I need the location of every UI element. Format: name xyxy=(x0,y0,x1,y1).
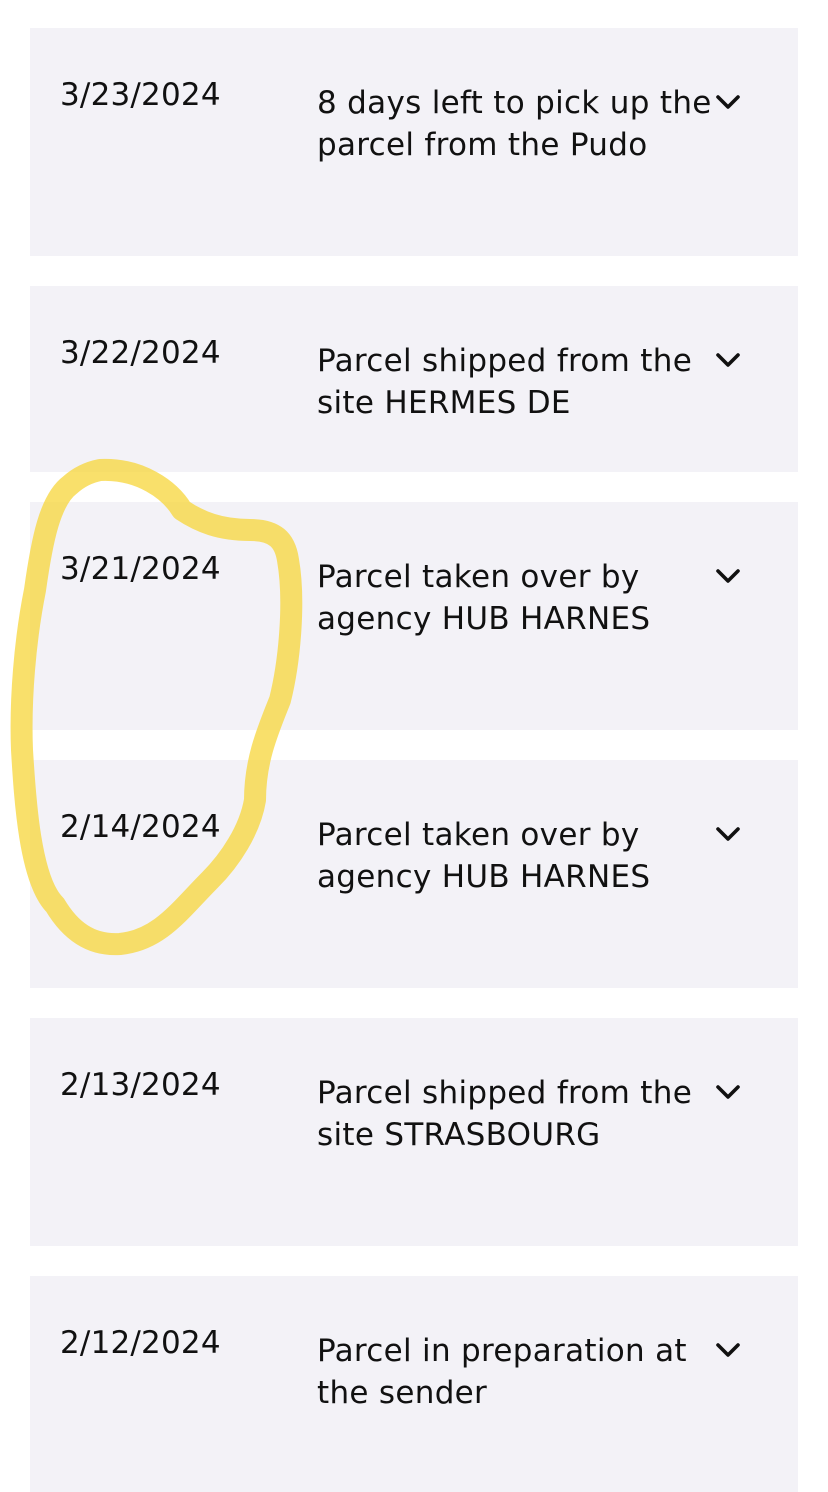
chevron-down-icon[interactable] xyxy=(712,818,744,850)
chevron-down-icon[interactable] xyxy=(712,560,744,592)
event-date: 2/14/2024 xyxy=(60,809,221,845)
tracking-event-row[interactable]: 2/13/2024 Parcel shipped from the site S… xyxy=(30,1018,798,1246)
event-description: Parcel taken over by agency HUB HARNES xyxy=(317,559,651,637)
event-description: 8 days left to pick up the parcel from t… xyxy=(317,85,712,163)
event-description: Parcel taken over by agency HUB HARNES xyxy=(317,817,651,895)
chevron-down-icon[interactable] xyxy=(712,1076,744,1108)
event-date: 3/21/2024 xyxy=(60,551,221,587)
event-description: Parcel shipped from the site STRASBOURG xyxy=(317,1075,693,1153)
tracking-event-row[interactable]: 3/22/2024 Parcel shipped from the site H… xyxy=(30,286,798,472)
event-date: 3/23/2024 xyxy=(60,77,221,113)
event-description: Parcel in preparation at the sender xyxy=(317,1333,687,1411)
chevron-down-icon[interactable] xyxy=(712,344,744,376)
tracking-timeline: 3/23/2024 8 days left to pick up the par… xyxy=(0,0,828,1492)
event-description: Parcel shipped from the site HERMES DE xyxy=(317,343,693,421)
chevron-down-icon[interactable] xyxy=(712,1334,744,1366)
tracking-event-row[interactable]: 3/21/2024 Parcel taken over by agency HU… xyxy=(30,502,798,730)
event-date: 3/22/2024 xyxy=(60,335,221,371)
chevron-down-icon[interactable] xyxy=(712,86,744,118)
tracking-event-row[interactable]: 2/14/2024 Parcel taken over by agency HU… xyxy=(30,760,798,988)
event-date: 2/12/2024 xyxy=(60,1325,221,1361)
event-date: 2/13/2024 xyxy=(60,1067,221,1103)
tracking-event-row[interactable]: 3/23/2024 8 days left to pick up the par… xyxy=(30,28,798,256)
tracking-event-row[interactable]: 2/12/2024 Parcel in preparation at the s… xyxy=(30,1276,798,1492)
